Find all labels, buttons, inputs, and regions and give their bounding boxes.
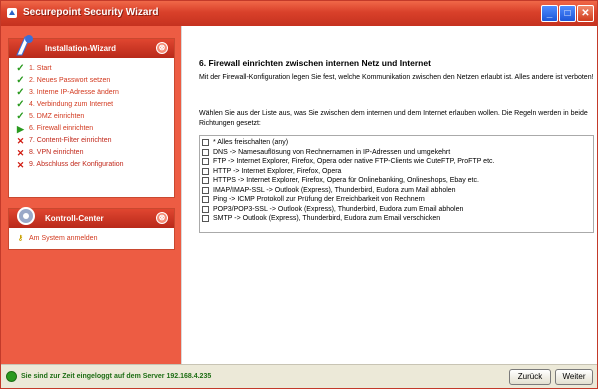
cross-icon: ✕ [16, 148, 25, 158]
wizard-step-password[interactable]: ✓ 2. Neues Passwort setzen [15, 75, 174, 87]
intro-text: Mit der Firewall-Konfiguration legen Sie… [199, 74, 594, 81]
wizard-step-start[interactable]: ✓ 1. Start [15, 63, 174, 75]
checkmark-icon: ✓ [16, 75, 25, 86]
key-icon: ⚷ [17, 235, 24, 242]
checkbox[interactable] [202, 148, 209, 156]
wizard-steps: ✓ 1. Start ✓ 2. Neues Passwort setzen ✓ … [9, 58, 174, 174]
rule-label: HTTP -> Internet Explorer, Firefox, Oper… [213, 167, 342, 175]
rule-ftp[interactable]: FTP -> Internet Explorer, Firefox, Opera… [202, 157, 593, 167]
wizard-step-dmz[interactable]: ✓ 5. DMZ einrichten [15, 111, 174, 123]
title-bar[interactable]: Securepoint Security Wizard _ □ ✕ [1, 1, 597, 26]
checkbox[interactable] [202, 196, 209, 203]
wizard-step-label: 9. Abschluss der Konfiguration [29, 161, 124, 168]
window-title: Securepoint Security Wizard [23, 7, 159, 18]
rule-label: IMAP/IMAP-SSL -> Outlook (Express), Thun… [213, 186, 456, 194]
checkbox[interactable] [202, 177, 209, 184]
checkbox[interactable] [202, 158, 209, 165]
sidebar: Installation-Wizard ⊗ ✓ 1. Start ✓ 2. Ne… [1, 26, 181, 364]
checkbox[interactable] [202, 205, 209, 213]
wizard-step-content-filter[interactable]: ✕ 7. Content-Filter einrichten [15, 135, 174, 147]
instruction-text: Wählen Sie aus der Liste aus, was Sie zw… [199, 110, 588, 127]
main-content: 6. Firewall einrichten zwischen internen… [181, 26, 597, 364]
rule-label: DNS -> Namesauflösung von Rechnernamen i… [213, 148, 451, 156]
rule-label: * Alles freischalten (any) [213, 139, 289, 146]
maximize-button[interactable]: □ [559, 5, 576, 22]
checkmark-icon: ✓ [16, 99, 25, 110]
wizard-step-vpn[interactable]: ✕ 8. VPN einrichten [15, 147, 174, 159]
login-link[interactable]: ⚷ Am System anmelden [15, 233, 174, 245]
collapse-icon[interactable]: ⊗ [156, 212, 168, 224]
installation-wizard-header[interactable]: Installation-Wizard ⊗ [9, 35, 174, 58]
wizard-step-label: 4. Verbindung zum Internet [29, 101, 114, 108]
rule-https[interactable]: HTTPS -> Internet Explorer, Firefox, Ope… [202, 176, 593, 186]
checkbox[interactable] [202, 186, 209, 194]
rule-dns[interactable]: DNS -> Namesauflösung von Rechnernamen i… [202, 148, 593, 158]
rule-label: POP3/POP3-SSL -> Outlook (Express), Thun… [213, 205, 464, 213]
rule-label: SMTP -> Outlook (Express), Thunderbird, … [213, 215, 441, 222]
checkmark-icon: ✓ [16, 87, 25, 98]
rule-label: FTP -> Internet Explorer, Firefox, Opera… [213, 158, 495, 165]
checkmark-icon: ✓ [16, 111, 25, 122]
checkmark-icon: ✓ [16, 63, 25, 74]
cross-icon: ✕ [16, 136, 25, 146]
control-center-panel: Kontroll-Center ⊗ ⚷ Am System anmelden [8, 207, 175, 250]
status-bar: Sie sind zur Zeit eingeloggt auf dem Ser… [1, 364, 597, 388]
installation-wizard-title: Installation-Wizard [45, 44, 117, 53]
control-center-items: ⚷ Am System anmelden [9, 228, 174, 248]
rule-pop3[interactable]: POP3/POP3-SSL -> Outlook (Express), Thun… [202, 205, 593, 215]
next-button[interactable]: Weiter [555, 369, 593, 385]
wizard-step-label: 8. VPN einrichten [29, 149, 84, 156]
rule-label: HTTPS -> Internet Explorer, Firefox, Ope… [213, 177, 479, 184]
wizard-window: Securepoint Security Wizard _ □ ✕ Instal… [0, 0, 598, 389]
rule-any[interactable]: * Alles freischalten (any) [202, 138, 593, 148]
status-text: Sie sind zur Zeit eingeloggt auf dem Ser… [21, 373, 212, 380]
wizard-step-internal-ip[interactable]: ✓ 3. Interne IP-Adresse ändern [15, 87, 174, 99]
page-title: 6. Firewall einrichten zwischen internen… [199, 58, 431, 68]
connection-status-icon [6, 371, 17, 382]
play-arrow-icon: ▶ [17, 124, 24, 134]
wizard-step-label: 3. Interne IP-Adresse ändern [29, 89, 119, 96]
wizard-step-finish[interactable]: ✕ 9. Abschluss der Konfiguration [15, 159, 174, 171]
rule-smtp[interactable]: SMTP -> Outlook (Express), Thunderbird, … [202, 214, 593, 224]
app-icon [7, 8, 17, 18]
collapse-icon[interactable]: ⊗ [156, 42, 168, 54]
wizard-step-label: 1. Start [29, 65, 52, 72]
wizard-step-label: 6. Firewall einrichten [29, 125, 94, 132]
rule-ping[interactable]: Ping -> ICMP Protokoll zur Prüfung der E… [202, 195, 593, 205]
wizard-step-label: 2. Neues Passwort setzen [29, 77, 111, 84]
cross-icon: ✕ [16, 160, 25, 170]
checkbox[interactable] [202, 215, 209, 222]
checkbox[interactable] [202, 167, 209, 175]
wizard-step-internet[interactable]: ✓ 4. Verbindung zum Internet [15, 99, 174, 111]
wizard-step-label: 7. Content-Filter einrichten [29, 137, 112, 144]
control-center-title: Kontroll-Center [45, 214, 104, 223]
rule-imap[interactable]: IMAP/IMAP-SSL -> Outlook (Express), Thun… [202, 186, 593, 196]
firewall-rules-list: * Alles freischalten (any) DNS -> Namesa… [199, 135, 594, 233]
wizard-icon [16, 35, 33, 56]
rule-label: Ping -> ICMP Protokoll zur Prüfung der E… [213, 196, 425, 203]
installation-wizard-panel: Installation-Wizard ⊗ ✓ 1. Start ✓ 2. Ne… [8, 35, 175, 198]
back-button[interactable]: Zurück [509, 369, 551, 385]
login-link-label: Am System anmelden [29, 235, 98, 242]
control-center-header[interactable]: Kontroll-Center ⊗ [9, 207, 174, 228]
minimize-button[interactable]: _ [541, 5, 558, 22]
checkbox[interactable] [202, 139, 209, 146]
wizard-step-firewall[interactable]: ▶ 6. Firewall einrichten [15, 123, 174, 135]
rule-http[interactable]: HTTP -> Internet Explorer, Firefox, Oper… [202, 167, 593, 177]
gear-icon [17, 207, 35, 225]
close-button[interactable]: ✕ [577, 5, 594, 22]
wizard-step-label: 5. DMZ einrichten [29, 113, 85, 120]
